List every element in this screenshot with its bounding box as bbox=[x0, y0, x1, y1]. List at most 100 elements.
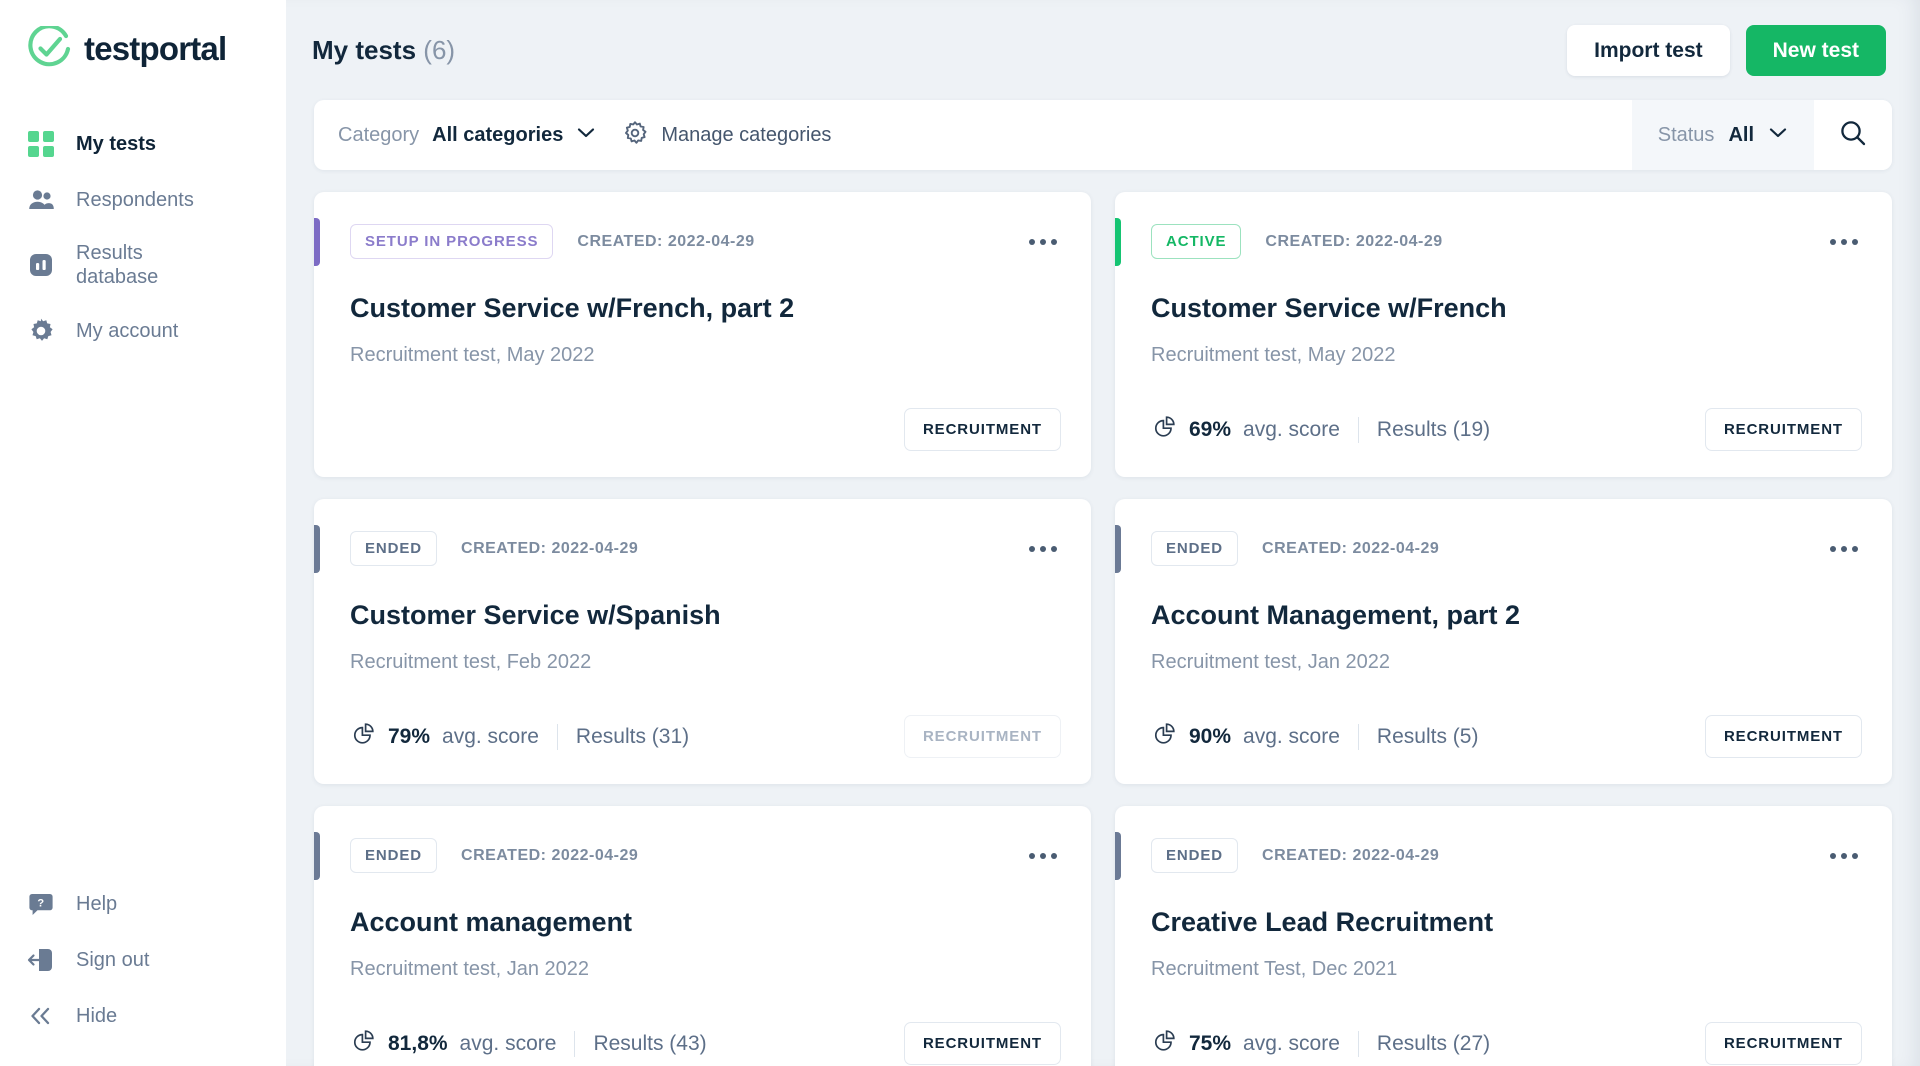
new-test-button[interactable]: New test bbox=[1745, 24, 1886, 76]
sidebar-item-results-database[interactable]: Results database bbox=[0, 228, 286, 303]
sidebar-item-my-tests[interactable]: My tests bbox=[0, 116, 286, 172]
bar-chart-icon bbox=[26, 250, 56, 280]
card-header: ACTIVE CREATED: 2022-04-29 bbox=[1151, 224, 1862, 259]
category-tag[interactable]: RECRUITMENT bbox=[1704, 1022, 1862, 1065]
card-stats: 90% avg. score Results (5) bbox=[1151, 721, 1478, 752]
sidebar-item-label: Respondents bbox=[76, 188, 194, 211]
card-footer: 81,8% avg. score Results (43) RECRUITMEN… bbox=[350, 1022, 1061, 1065]
test-title: Customer Service w/French bbox=[1151, 293, 1507, 323]
more-options-icon[interactable] bbox=[1826, 538, 1862, 560]
app-root: testportal My tests Respondents Results … bbox=[0, 0, 1920, 1066]
status-accent-bar bbox=[1115, 525, 1121, 573]
category-filter[interactable]: Category All categories bbox=[338, 124, 596, 147]
pie-chart-icon bbox=[350, 1028, 376, 1059]
test-title: Creative Lead Recruitment bbox=[1151, 907, 1494, 937]
card-footer: 69% avg. score Results (19) RECRUITMENT bbox=[1151, 408, 1862, 451]
sidebar-item-label: Help bbox=[76, 892, 118, 915]
card-header: SETUP IN PROGRESS CREATED: 2022-04-29 bbox=[350, 224, 1061, 259]
more-options-icon[interactable] bbox=[1826, 231, 1862, 253]
category-tag[interactable]: RECRUITMENT bbox=[1704, 408, 1862, 451]
category-tag[interactable]: RECRUITMENT bbox=[903, 1022, 1061, 1065]
card-footer: 75% avg. score Results (27) RECRUITMENT bbox=[1151, 1022, 1862, 1065]
brand-name: testportal bbox=[84, 30, 227, 67]
sidebar-item-label: Hide bbox=[76, 1004, 118, 1027]
card-header: ENDED CREATED: 2022-04-29 bbox=[1151, 838, 1862, 873]
results-link[interactable]: Results (5) bbox=[1377, 725, 1479, 749]
category-tag[interactable]: RECRUITMENT bbox=[903, 408, 1061, 451]
divider bbox=[574, 1030, 576, 1057]
import-test-button[interactable]: Import test bbox=[1567, 24, 1730, 76]
main-content: My tests (6) Import test New test Catego… bbox=[286, 0, 1920, 1066]
card-header-left: ENDED CREATED: 2022-04-29 bbox=[1151, 838, 1439, 873]
card-header-left: ENDED CREATED: 2022-04-29 bbox=[350, 838, 638, 873]
created-date: CREATED: 2022-04-29 bbox=[461, 846, 639, 864]
divider bbox=[1357, 1030, 1359, 1057]
avg-score-label: avg. score bbox=[1243, 417, 1340, 441]
sidebar-item-label: Sign out bbox=[76, 948, 150, 971]
sidebar-item-respondents[interactable]: Respondents bbox=[0, 172, 286, 228]
status-filter[interactable]: Status All bbox=[1631, 100, 1814, 170]
sidebar-item-my-account[interactable]: My account bbox=[0, 303, 286, 359]
category-tag[interactable]: RECRUITMENT bbox=[903, 715, 1061, 758]
card-stats: 75% avg. score Results (27) bbox=[1151, 1028, 1490, 1059]
category-tag[interactable]: RECRUITMENT bbox=[1704, 715, 1862, 758]
results-link[interactable]: Results (31) bbox=[576, 725, 689, 749]
filter-left-group: Category All categories Manage categorie… bbox=[314, 100, 1632, 170]
avg-score[interactable]: 90% avg. score bbox=[1151, 721, 1340, 752]
test-card[interactable]: ACTIVE CREATED: 2022-04-29 Customer Serv… bbox=[1115, 192, 1892, 477]
avg-score-value: 81,8% bbox=[388, 1031, 448, 1055]
avg-score-label: avg. score bbox=[1243, 1031, 1340, 1055]
search-button[interactable] bbox=[1814, 100, 1892, 170]
avg-score[interactable]: 75% avg. score bbox=[1151, 1028, 1340, 1059]
users-icon bbox=[26, 185, 56, 215]
pie-chart-icon bbox=[1151, 1028, 1177, 1059]
avg-score[interactable]: 81,8% avg. score bbox=[350, 1028, 556, 1059]
created-date: CREATED: 2022-04-29 bbox=[461, 539, 639, 557]
more-options-icon[interactable] bbox=[1025, 538, 1061, 560]
pie-chart-icon bbox=[1151, 414, 1177, 445]
manage-categories-button[interactable]: Manage categories bbox=[622, 120, 831, 151]
avg-score[interactable]: 79% avg. score bbox=[350, 721, 539, 752]
status-label: Status bbox=[1657, 123, 1715, 146]
avg-score-value: 90% bbox=[1189, 724, 1232, 748]
sidebar-item-sign-out[interactable]: Sign out bbox=[0, 932, 286, 988]
filter-bar: Category All categories Manage categorie… bbox=[314, 100, 1892, 170]
more-options-icon[interactable] bbox=[1025, 845, 1061, 867]
status-badge: SETUP IN PROGRESS bbox=[350, 224, 554, 259]
tests-grid: SETUP IN PROGRESS CREATED: 2022-04-29 Cu… bbox=[286, 170, 1920, 1066]
results-link[interactable]: Results (19) bbox=[1377, 418, 1490, 442]
test-card[interactable]: ENDED CREATED: 2022-04-29 Account Manage… bbox=[1115, 499, 1892, 784]
test-card[interactable]: SETUP IN PROGRESS CREATED: 2022-04-29 Cu… bbox=[314, 192, 1091, 477]
created-date: CREATED: 2022-04-29 bbox=[1262, 539, 1440, 557]
avg-score-label: avg. score bbox=[1243, 724, 1340, 748]
test-title: Customer Service w/Spanish bbox=[350, 600, 721, 630]
sidebar-item-help[interactable]: ? Help bbox=[0, 876, 286, 932]
page-title-count: (6) bbox=[423, 34, 456, 65]
results-link[interactable]: Results (43) bbox=[593, 1032, 706, 1056]
card-footer: RECRUITMENT bbox=[350, 408, 1061, 451]
card-stats: 81,8% avg. score Results (43) bbox=[350, 1028, 707, 1059]
pie-chart-icon bbox=[1151, 721, 1177, 752]
status-badge: ACTIVE bbox=[1151, 224, 1242, 259]
status-badge: ENDED bbox=[350, 838, 438, 873]
card-footer: 90% avg. score Results (5) RECRUITMENT bbox=[1151, 715, 1862, 758]
card-header: ENDED CREATED: 2022-04-29 bbox=[1151, 531, 1862, 566]
divider bbox=[1357, 723, 1359, 750]
category-label: Category bbox=[338, 123, 420, 146]
card-header: ENDED CREATED: 2022-04-29 bbox=[350, 838, 1061, 873]
test-subtitle: Recruitment test, Jan 2022 bbox=[1151, 651, 1391, 674]
more-options-icon[interactable] bbox=[1826, 845, 1862, 867]
test-card[interactable]: ENDED CREATED: 2022-04-29 Creative Lead … bbox=[1115, 806, 1892, 1066]
sidebar-item-hide[interactable]: Hide bbox=[0, 988, 286, 1044]
topbar: My tests (6) Import test New test bbox=[286, 0, 1920, 100]
test-card[interactable]: ENDED CREATED: 2022-04-29 Customer Servi… bbox=[314, 499, 1091, 784]
top-actions: Import test New test bbox=[1567, 24, 1886, 76]
brand-logo[interactable]: testportal bbox=[0, 0, 286, 72]
test-card[interactable]: ENDED CREATED: 2022-04-29 Account manage… bbox=[314, 806, 1091, 1066]
avg-score[interactable]: 69% avg. score bbox=[1151, 414, 1340, 445]
test-subtitle: Recruitment test, May 2022 bbox=[350, 344, 595, 367]
gear-icon bbox=[622, 120, 648, 151]
more-options-icon[interactable] bbox=[1025, 231, 1061, 253]
results-link[interactable]: Results (27) bbox=[1377, 1032, 1490, 1056]
status-accent-bar bbox=[314, 218, 320, 266]
